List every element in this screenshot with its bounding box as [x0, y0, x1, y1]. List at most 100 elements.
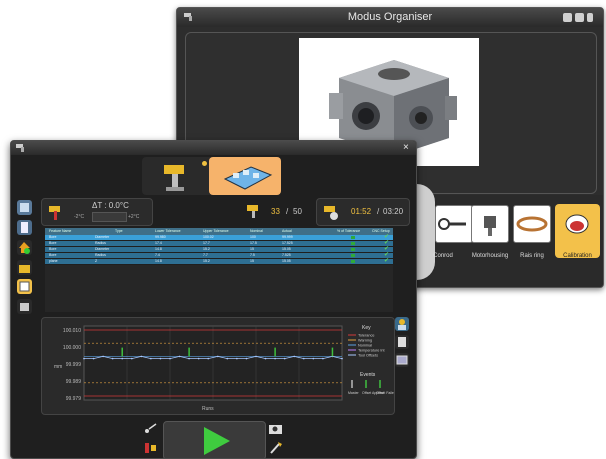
close-button[interactable] [587, 13, 593, 22]
data-point [283, 357, 286, 360]
thermometer-icon [49, 206, 60, 220]
close-button[interactable]: × [403, 142, 409, 153]
col-percent-tolerance: % of Tolerance [337, 229, 361, 233]
camera-icon[interactable] [267, 422, 285, 436]
tolerance-bar [351, 254, 355, 257]
key-label: Nominal [358, 344, 372, 348]
folder-icon [19, 265, 30, 273]
sidebar-inspect-button[interactable] [17, 200, 32, 215]
tolerance-bar [351, 242, 355, 245]
table-row[interactable]: Bore Radius 17.4 17.7 17.5 17.525 ✔ [45, 240, 393, 246]
cell-actual: 7.525 [282, 253, 291, 257]
data-point [188, 357, 190, 360]
inspect-icon [20, 203, 29, 212]
delta-t-label: ΔT : 0.0°C [92, 201, 129, 210]
table-row[interactable]: Bore Diameter 99.980 100.02 100 99.999 ✔ [45, 234, 393, 240]
operator-button[interactable] [395, 317, 409, 331]
cell-actual: 15.05 [282, 259, 291, 263]
data-point [159, 357, 162, 360]
cell-type: Radius [95, 253, 106, 257]
cell-feature: plane [49, 259, 58, 263]
sidebar-report-button[interactable] [17, 279, 32, 294]
tile-motorhousing-label: Motorhousing [471, 253, 509, 259]
cell-nominal: 100 [250, 235, 256, 239]
cell-nominal: 7.5 [250, 253, 255, 257]
data-point [130, 357, 133, 360]
tile-calibration[interactable] [555, 204, 600, 258]
cell-lower: 99.980 [155, 235, 166, 239]
data-point [83, 357, 85, 360]
probe-setup-icon[interactable] [142, 422, 160, 436]
data-point [341, 357, 343, 360]
user-icon [398, 319, 406, 330]
events-legend: Master Offset AppliedOffset Failed [348, 380, 396, 395]
cell-type: Diameter [95, 235, 110, 239]
title-bar: × [11, 141, 416, 155]
col-lower-tolerance: Lower Tolerance [155, 229, 181, 233]
results-table-header: Feature Name Type Lower Tolerance Upper … [45, 228, 393, 235]
cell-feature: Bore [49, 253, 57, 257]
run-button[interactable] [163, 421, 266, 458]
col-actual: Actual [282, 229, 292, 233]
col-upper-tolerance: Upper Tolerance [203, 229, 229, 233]
wrench-icon[interactable] [267, 440, 285, 456]
part-counter-icon [247, 205, 258, 218]
events-title: Events [360, 372, 376, 378]
tile-conrod[interactable] [435, 205, 473, 243]
table-row[interactable]: Bore Radius 7.4 7.7 7.5 7.525 ✔ [45, 252, 393, 258]
cell-type: Radius [95, 241, 106, 245]
cell-actual: 99.999 [282, 235, 293, 239]
report-view-button[interactable] [395, 335, 409, 349]
table-row[interactable]: Bore Diameter 14.8 15.2 15 15.05 ✔ [45, 246, 393, 252]
timer-separator: / [377, 207, 380, 216]
event-label: Offset Failed [376, 391, 394, 395]
clipboard-icon [398, 337, 406, 347]
sidebar-document-button[interactable] [17, 220, 32, 235]
home-icon [19, 242, 30, 254]
sidebar-edit-button[interactable] [17, 299, 32, 314]
data-point [236, 357, 238, 360]
tile-rais-ring[interactable] [513, 205, 551, 243]
col-nominal: Nominal [250, 229, 263, 233]
cell-actual: 17.525 [282, 241, 293, 245]
probe-logo-icon [16, 144, 24, 152]
tile-motorhousing[interactable] [471, 205, 509, 243]
timer-total: 03:20 [383, 207, 404, 216]
data-point [264, 357, 267, 360]
sidebar-folder-button[interactable] [17, 260, 32, 275]
maximize-button[interactable] [575, 13, 584, 22]
data-point [121, 357, 124, 360]
chart-view-button[interactable] [395, 353, 409, 367]
tile-conrod-label: Conrod [433, 253, 453, 259]
data-point [150, 357, 152, 360]
edit-icon [20, 303, 29, 311]
data-point [312, 357, 315, 360]
tool-offset-icon[interactable] [142, 440, 160, 456]
calibration-icon [565, 214, 589, 234]
data-point [92, 357, 95, 360]
document-icon [21, 222, 28, 233]
y-tick-label: 99.989 [66, 379, 82, 385]
x-axis-label: Runs [202, 406, 214, 412]
table-empty-area [45, 265, 393, 312]
report-icon [19, 281, 30, 292]
table-row[interactable]: plane Z 14.8 15.2 15 15.05 ✔ [45, 258, 393, 264]
temp-low: -2°C [74, 214, 85, 220]
conrod-icon [438, 218, 466, 230]
key-label: Temperature Int [358, 349, 386, 353]
cell-upper: 15.2 [203, 247, 210, 251]
cell-upper: 7.7 [203, 253, 208, 257]
fixture-mode-icon [223, 166, 273, 190]
mode-fixture[interactable] [209, 157, 281, 195]
cell-nominal: 15 [250, 259, 254, 263]
tolerance-bar [351, 248, 355, 251]
col-feature-name: Feature Name [49, 229, 72, 233]
minimize-button[interactable] [563, 13, 572, 22]
data-point [302, 357, 305, 360]
chart-panel: 100.010 100.000 99.999 99.989 99.979 mm Runs… [41, 317, 396, 415]
data-point [216, 355, 219, 358]
temp-high: +2°C [128, 214, 140, 220]
key-label: Tool Offsets [358, 354, 378, 358]
sidebar-home-button[interactable] [17, 240, 32, 255]
cell-upper: 15.2 [203, 259, 210, 263]
